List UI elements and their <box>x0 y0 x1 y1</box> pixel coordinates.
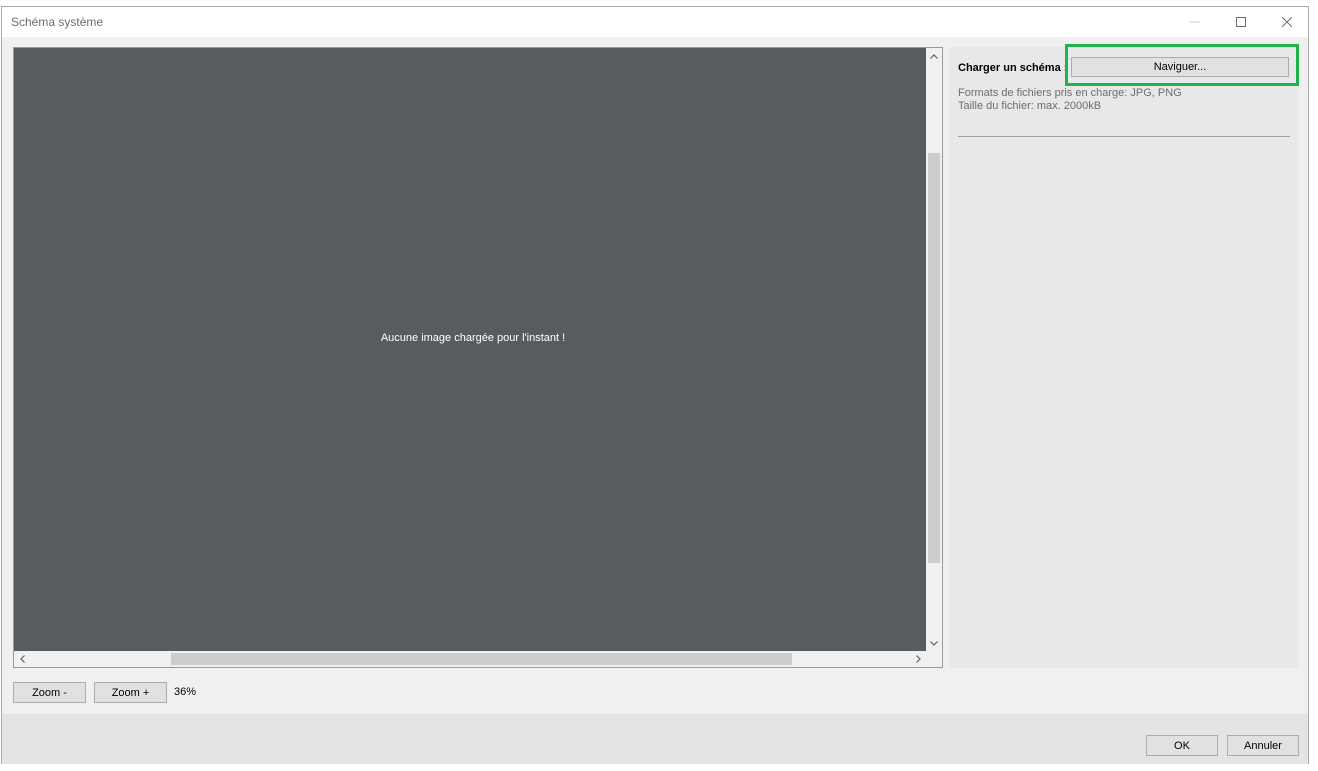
chevron-down-icon <box>930 640 938 646</box>
vertical-scrollbar[interactable] <box>926 48 942 651</box>
chevron-left-icon <box>19 655 25 663</box>
maximize-button[interactable] <box>1218 7 1264 37</box>
close-icon <box>1282 17 1292 27</box>
ok-button[interactable]: OK <box>1146 735 1218 756</box>
scroll-corner <box>926 651 942 667</box>
formats-text: Formats de fichiers pris en charge: JPG,… <box>958 87 1182 99</box>
zoom-in-button[interactable]: Zoom + <box>94 682 167 703</box>
vertical-scroll-thumb[interactable] <box>928 153 940 563</box>
dialog-window: Schéma système Aucune image chargée pour… <box>1 6 1309 764</box>
side-panel: Charger un schéma : Naviguer... Formats … <box>949 44 1299 668</box>
empty-message: Aucune image chargée pour l'instant ! <box>380 331 566 344</box>
load-schema-label: Charger un schéma : <box>958 62 1068 74</box>
file-info: Formats de fichiers pris en charge: JPG,… <box>958 87 1182 113</box>
title-bar[interactable]: Schéma système <box>2 7 1308 37</box>
scroll-down-button[interactable] <box>926 635 942 651</box>
zoom-out-button[interactable]: Zoom - <box>13 682 86 703</box>
horizontal-scroll-thumb[interactable] <box>171 653 792 665</box>
horizontal-scrollbar[interactable] <box>14 651 926 667</box>
cancel-button[interactable]: Annuler <box>1227 735 1299 756</box>
window-title: Schéma système <box>11 15 104 29</box>
chevron-up-icon <box>930 53 938 59</box>
browse-button[interactable]: Naviguer... <box>1071 57 1289 77</box>
minimize-icon <box>1190 21 1200 23</box>
minimize-button[interactable] <box>1172 7 1218 37</box>
image-canvas[interactable]: Aucune image chargée pour l'instant ! <box>14 48 926 651</box>
image-viewer: Aucune image chargée pour l'instant ! <box>13 47 943 668</box>
scroll-up-button[interactable] <box>926 48 942 64</box>
maximize-icon <box>1236 17 1246 27</box>
scroll-left-button[interactable] <box>14 651 30 667</box>
chevron-right-icon <box>915 655 921 663</box>
divider <box>958 136 1290 137</box>
zoom-level: 36% <box>174 686 197 698</box>
dialog-footer: OK Annuler <box>2 714 1308 764</box>
scroll-right-button[interactable] <box>910 651 926 667</box>
close-button[interactable] <box>1264 7 1310 37</box>
size-text: Taille du fichier: max. 2000kB <box>958 100 1102 112</box>
